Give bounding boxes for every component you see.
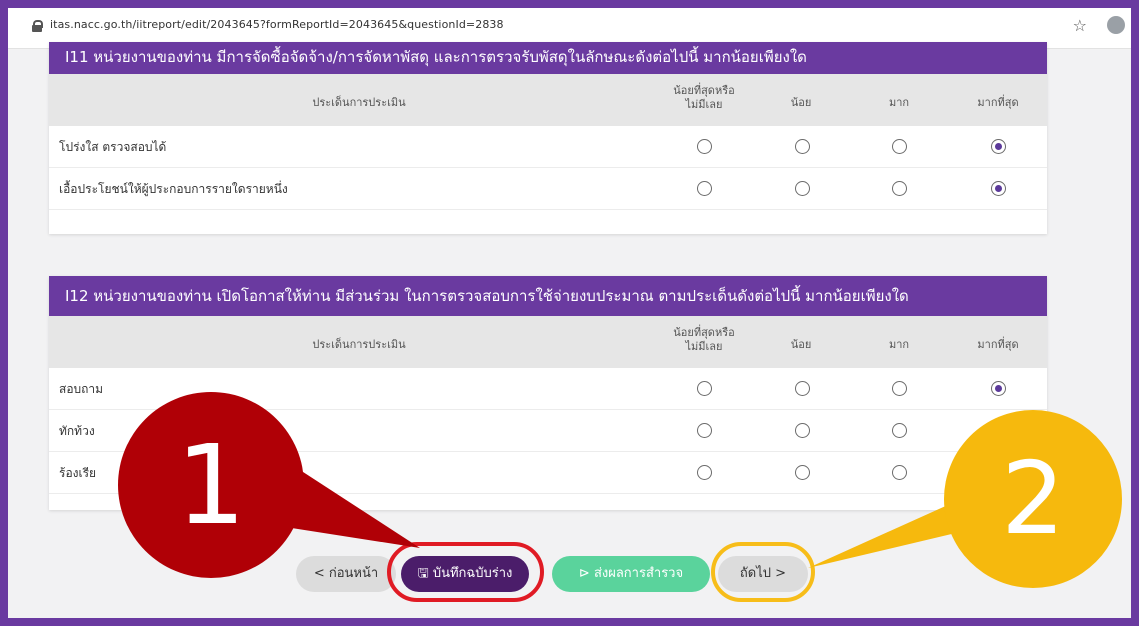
annotation-badge-2: 2 bbox=[944, 410, 1122, 588]
annotation-badge-1: 1 bbox=[118, 392, 304, 578]
